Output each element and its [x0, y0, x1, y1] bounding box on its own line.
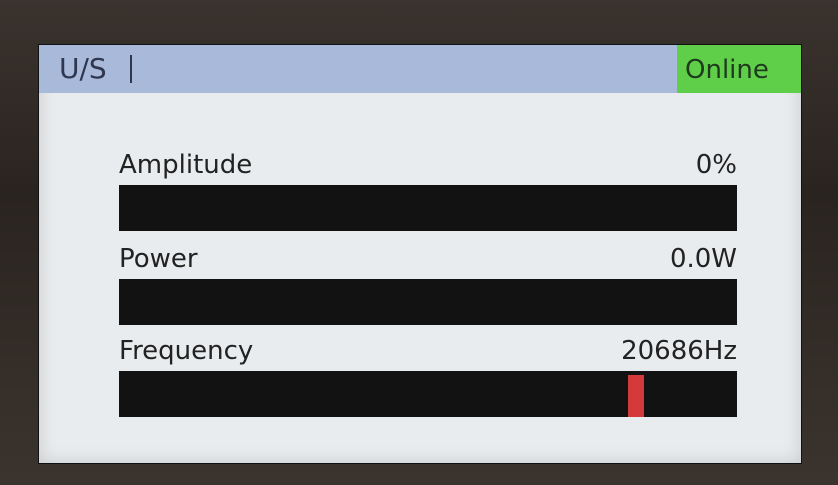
power-value: 0.0W — [669, 244, 737, 274]
amplitude-bar — [119, 185, 737, 231]
mode-title: U/S — [59, 52, 107, 85]
frequency-label: Frequency — [119, 336, 254, 366]
title-bar: U/S Online — [39, 45, 801, 93]
display-screen: U/S Online Amplitude 0% Power 0.0W Frequ… — [38, 44, 802, 464]
status-indicator: Online — [677, 45, 801, 93]
power-bar — [119, 279, 737, 325]
frequency-bar — [119, 371, 737, 417]
amplitude-value: 0% — [695, 150, 737, 180]
status-label: Online — [685, 55, 769, 85]
device-bezel: U/S Online Amplitude 0% Power 0.0W Frequ… — [0, 0, 838, 485]
frequency-value: 20686Hz — [621, 336, 737, 366]
power-label: Power — [119, 244, 198, 274]
text-cursor — [130, 55, 132, 83]
frequency-marker — [628, 375, 644, 417]
amplitude-label: Amplitude — [119, 150, 253, 180]
